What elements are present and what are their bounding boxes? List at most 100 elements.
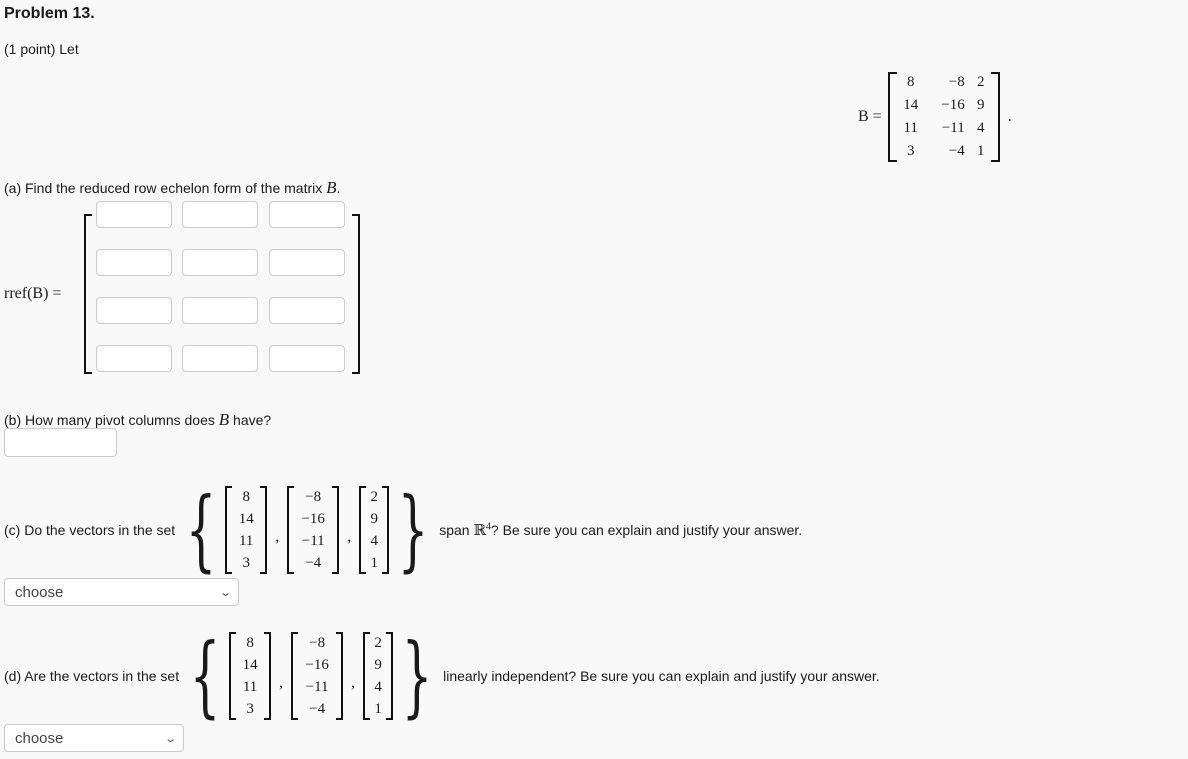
vector-1: 8 14 11 3 <box>225 486 268 574</box>
vector-entry: 2 <box>374 634 382 651</box>
vector-entry: 9 <box>370 510 378 527</box>
vector-entry: 8 <box>246 634 254 651</box>
open-brace: { <box>185 478 217 581</box>
matrix-cell: 8 <box>906 74 915 90</box>
matrix-cell: 3 <box>906 143 915 159</box>
left-bracket <box>84 214 92 374</box>
matrix-cell: −4 <box>948 143 965 159</box>
comma: , <box>351 674 356 691</box>
part-d-question: (d) Are the vectors in the set { 8 14 11… <box>4 632 880 720</box>
matrix-cell: 4 <box>976 120 985 136</box>
part-d-prompt-end: linearly independent? Be sure you can ex… <box>443 668 880 684</box>
left-bracket <box>291 632 299 720</box>
close-brace: } <box>401 624 433 727</box>
vector-2: −8 −16 −11 −4 <box>291 632 344 720</box>
right-bracket <box>990 72 1000 162</box>
part-c-select[interactable]: choose ⌄ <box>4 578 239 606</box>
vector-entry: −4 <box>309 700 326 717</box>
rref-input-r4c3[interactable] <box>269 345 345 372</box>
vector-entry: 1 <box>370 554 378 571</box>
chevron-down-icon: ⌄ <box>163 732 177 745</box>
part-d-select[interactable]: choose ⌄ <box>4 724 184 752</box>
left-bracket <box>363 632 371 720</box>
vector-entry: 9 <box>374 656 382 673</box>
vector-entry: −16 <box>305 656 329 673</box>
vector-entry: −11 <box>305 678 329 695</box>
select-value: choose <box>15 729 64 747</box>
vector-entry: 4 <box>374 678 382 695</box>
matrix-cell: 11 <box>903 120 918 136</box>
right-bracket <box>386 632 394 720</box>
pivot-count-input[interactable] <box>4 428 117 457</box>
problem-intro: (1 point) Let <box>4 41 79 57</box>
left-bracket <box>229 632 237 720</box>
right-bracket <box>352 214 360 374</box>
rref-input-r3c3[interactable] <box>269 297 345 324</box>
part-c-prompt: (c) Do the vectors in the set <box>4 522 176 538</box>
var-b: B <box>218 410 230 429</box>
comma: , <box>279 674 284 691</box>
var-b: B <box>326 178 337 197</box>
part-a-prompt: (a) Find the reduced row echelon form of… <box>4 178 341 197</box>
rref-input-r2c3[interactable] <box>269 249 345 276</box>
open-brace: { <box>189 624 221 727</box>
vector-1: 8 14 11 3 <box>229 632 272 720</box>
vector-entry: 11 <box>238 532 254 549</box>
vector-entry: 8 <box>242 488 250 505</box>
rref-matrix <box>84 200 360 374</box>
matrix-cell: 1 <box>976 143 985 159</box>
vector-entry: 14 <box>242 656 258 673</box>
matrix-cell: −16 <box>941 97 965 113</box>
select-value: choose <box>15 583 64 601</box>
left-bracket <box>887 72 897 162</box>
vector-3: 2 9 4 1 <box>363 632 394 720</box>
part-c-question: (c) Do the vectors in the set { 8 14 11 … <box>4 486 802 574</box>
vector-entry: 2 <box>370 488 378 505</box>
vector-entry: −11 <box>301 532 325 549</box>
rref-input-r4c1[interactable] <box>96 345 172 372</box>
vector-entry: 14 <box>238 510 254 527</box>
matrix-b-label: B = <box>858 108 882 125</box>
rref-input-r1c3[interactable] <box>269 201 345 228</box>
rref-input-r2c2[interactable] <box>182 249 258 276</box>
right-bracket <box>332 486 340 574</box>
matrix-cell: 9 <box>976 97 985 113</box>
left-bracket <box>287 486 295 574</box>
part-b-prompt: (b) How many pivot columns does B have? <box>4 410 272 429</box>
vector-entry: −8 <box>309 634 326 651</box>
vector-entry: 3 <box>242 554 250 571</box>
rref-input-r3c1[interactable] <box>96 297 172 324</box>
matrix-cell: −11 <box>941 120 965 136</box>
rref-input-r2c1[interactable] <box>96 249 172 276</box>
vector-entry: −8 <box>305 488 322 505</box>
vector-entry: −4 <box>305 554 322 571</box>
right-bracket <box>382 486 390 574</box>
vector-entry: −16 <box>301 510 325 527</box>
vector-3: 2 9 4 1 <box>359 486 390 574</box>
period: . <box>1007 108 1012 125</box>
rref-input-r1c1[interactable] <box>96 201 172 228</box>
right-bracket <box>260 486 268 574</box>
rref-input-r4c2[interactable] <box>182 345 258 372</box>
real-space-symbol: ℝ <box>473 522 486 539</box>
vector-entry: 4 <box>370 532 378 549</box>
right-bracket <box>264 632 272 720</box>
matrix-b-grid: 8 −8 2 14 −16 9 11 −11 4 3 −4 1 <box>897 71 991 163</box>
part-d-prompt: (d) Are the vectors in the set <box>4 668 180 684</box>
rref-input-r1c2[interactable] <box>182 201 258 228</box>
close-brace: } <box>397 478 429 581</box>
rref-label: rref(B) = <box>4 285 62 302</box>
part-c-prompt-end: span ℝ4? Be sure you can explain and jus… <box>439 520 803 539</box>
right-bracket <box>336 632 344 720</box>
matrix-cell: 14 <box>903 97 919 113</box>
vector-entry: 11 <box>242 678 258 695</box>
problem-title: Problem 13. <box>4 5 95 22</box>
left-bracket <box>359 486 367 574</box>
vector-entry: 1 <box>374 700 382 717</box>
rref-input-r3c2[interactable] <box>182 297 258 324</box>
comma: , <box>275 528 280 545</box>
matrix-cell: 2 <box>976 74 985 90</box>
chevron-down-icon: ⌄ <box>218 586 232 599</box>
vector-2: −8 −16 −11 −4 <box>287 486 340 574</box>
comma: , <box>347 528 352 545</box>
